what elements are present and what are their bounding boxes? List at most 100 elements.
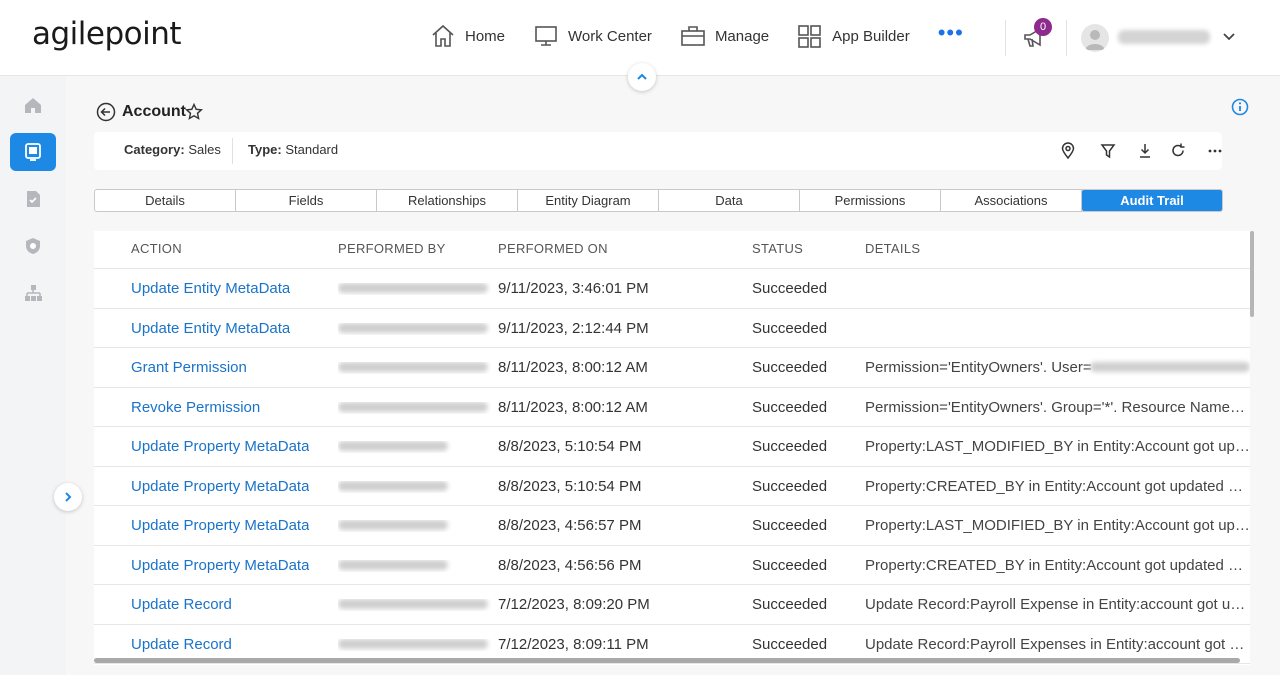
type-info: Type: Standard	[248, 142, 338, 157]
column-header-status[interactable]: STATUS	[752, 241, 803, 256]
tab-associations[interactable]: Associations	[941, 190, 1082, 211]
back-button[interactable]	[96, 102, 116, 127]
table-row: Revoke Permission 8/11/2023, 8:00:12 AM …	[94, 388, 1250, 427]
performed-on: 8/11/2023, 8:00:12 AM	[498, 398, 648, 416]
table-row: Update Property MetaData 8/8/2023, 5:10:…	[94, 467, 1250, 506]
action-link[interactable]: Revoke Permission	[131, 399, 260, 416]
status: Succeeded	[752, 635, 828, 653]
download-button[interactable]	[1137, 142, 1153, 165]
left-sidebar	[0, 76, 66, 675]
details: Update Record:Payroll Expense in Entity:…	[865, 596, 1250, 613]
nav-manage-label: Manage	[714, 27, 770, 45]
action-link[interactable]: Update Property MetaData	[131, 438, 309, 455]
user-menu-chevron[interactable]	[1222, 30, 1236, 49]
action-link[interactable]: Update Property MetaData	[131, 517, 309, 534]
details: Property:LAST_MODIFIED_BY in Entity:Acco…	[865, 438, 1250, 455]
status: Succeeded	[752, 280, 828, 297]
favorite-button[interactable]	[184, 102, 204, 126]
performed-on: 7/12/2023, 8:09:11 PM	[498, 635, 649, 653]
tab-details[interactable]: Details	[95, 190, 236, 211]
column-header-action[interactable]: ACTION	[131, 241, 182, 256]
tab-data[interactable]: Data	[659, 190, 800, 211]
details-user-redacted	[1090, 362, 1250, 372]
info-button[interactable]	[1231, 98, 1249, 121]
main-nav: Home Work Center Manage App Builder •••	[430, 20, 964, 48]
meta-divider	[232, 138, 233, 164]
sidebar-item-work-center[interactable]	[10, 133, 56, 171]
entity-meta-bar: Category: Sales Type: Standard	[94, 132, 1222, 170]
details: Update Record:Payroll Expenses in Entity…	[865, 635, 1250, 653]
table-row: Update Entity MetaData 9/11/2023, 2:12:4…	[94, 309, 1250, 348]
tab-audit-trail[interactable]: Audit Trail	[1082, 190, 1222, 211]
table-row: Update Property MetaData 8/8/2023, 4:56:…	[94, 546, 1250, 585]
collapse-header-button[interactable]	[628, 63, 656, 91]
action-link[interactable]: Grant Permission	[131, 359, 247, 376]
tab-permissions[interactable]: Permissions	[800, 190, 941, 211]
sidebar-item-security[interactable]	[10, 227, 56, 265]
tab-fields[interactable]: Fields	[236, 190, 377, 211]
refresh-button[interactable]	[1170, 142, 1186, 165]
performed-on: 8/8/2023, 4:56:57 PM	[498, 517, 642, 534]
entity-tabs: Details Fields Relationships Entity Diag…	[94, 189, 1223, 212]
nav-manage[interactable]: Manage	[680, 24, 769, 48]
briefcase-icon	[681, 26, 705, 46]
performed-by-redacted	[338, 599, 492, 611]
nav-home[interactable]: Home	[430, 24, 505, 48]
table-row: Update Property MetaData 8/8/2023, 5:10:…	[94, 427, 1250, 467]
home-icon	[25, 98, 41, 113]
details: Permission='EntityOwners'. Group='*'. Re…	[865, 398, 1250, 416]
category-info: Category: Sales	[124, 142, 221, 157]
location-button[interactable]	[1060, 142, 1076, 165]
avatar[interactable]	[1081, 24, 1109, 52]
performed-on: 8/8/2023, 4:56:56 PM	[498, 556, 642, 574]
column-header-performed-by[interactable]: PERFORMED BY	[338, 241, 446, 256]
table-row: Grant Permission 8/11/2023, 8:00:12 AM S…	[94, 348, 1250, 388]
refresh-icon	[1172, 143, 1185, 157]
action-link[interactable]: Update Property MetaData	[131, 557, 309, 574]
shield-icon	[26, 238, 40, 254]
action-link[interactable]: Update Property MetaData	[131, 478, 309, 495]
performed-by-redacted	[338, 362, 492, 374]
performed-on: 7/12/2023, 8:09:20 PM	[498, 596, 650, 613]
filter-button[interactable]	[1100, 142, 1116, 165]
action-link[interactable]: Update Record	[131, 636, 232, 653]
more-horizontal-icon	[1208, 149, 1222, 153]
nav-work-center[interactable]: Work Center	[533, 24, 652, 48]
more-menu-button[interactable]: •••	[938, 20, 964, 46]
performed-on: 9/11/2023, 2:12:44 PM	[498, 319, 649, 337]
horizontal-scrollbar[interactable]	[94, 658, 1240, 663]
status: Succeeded	[752, 438, 828, 455]
performed-on: 8/8/2023, 5:10:54 PM	[498, 438, 642, 455]
action-link[interactable]: Update Entity MetaData	[131, 320, 290, 337]
table-row: Update Entity MetaData 9/11/2023, 3:46:0…	[94, 269, 1250, 309]
info-icon	[1231, 98, 1249, 116]
tab-entity-diagram[interactable]: Entity Diagram	[518, 190, 659, 211]
details: Property:LAST_MODIFIED_BY in Entity:Acco…	[865, 517, 1250, 534]
column-header-performed-on[interactable]: PERFORMED ON	[498, 241, 608, 256]
action-link[interactable]: Update Record	[131, 596, 232, 613]
user-icon	[1085, 30, 1105, 50]
vertical-scrollbar[interactable]	[1250, 231, 1254, 317]
tab-relationships[interactable]: Relationships	[377, 190, 518, 211]
monitor-icon	[535, 26, 557, 46]
more-options-button[interactable]	[1207, 142, 1223, 165]
grid-icon	[798, 25, 821, 48]
tasks-icon	[27, 191, 40, 207]
star-icon	[184, 102, 204, 120]
status: Succeeded	[752, 596, 828, 613]
hierarchy-icon	[25, 285, 42, 301]
sidebar-item-hierarchy[interactable]	[10, 274, 56, 312]
status: Succeeded	[752, 398, 828, 416]
action-link[interactable]: Update Entity MetaData	[131, 280, 290, 297]
audit-trail-table: ACTION PERFORMED BY PERFORMED ON STATUS …	[94, 231, 1250, 665]
sidebar-item-tasks[interactable]	[10, 180, 56, 218]
performed-by-redacted	[338, 520, 492, 532]
expand-sidebar-button[interactable]	[54, 483, 82, 511]
performed-on: 8/8/2023, 5:10:54 PM	[498, 477, 642, 495]
sidebar-item-home[interactable]	[10, 86, 56, 124]
agilepoint-logo[interactable]: agilepoint	[32, 16, 182, 52]
nav-app-builder[interactable]: App Builder	[797, 24, 910, 48]
performed-by-redacted	[338, 322, 492, 335]
column-header-details[interactable]: DETAILS	[865, 241, 920, 256]
chevron-right-icon	[65, 492, 72, 502]
